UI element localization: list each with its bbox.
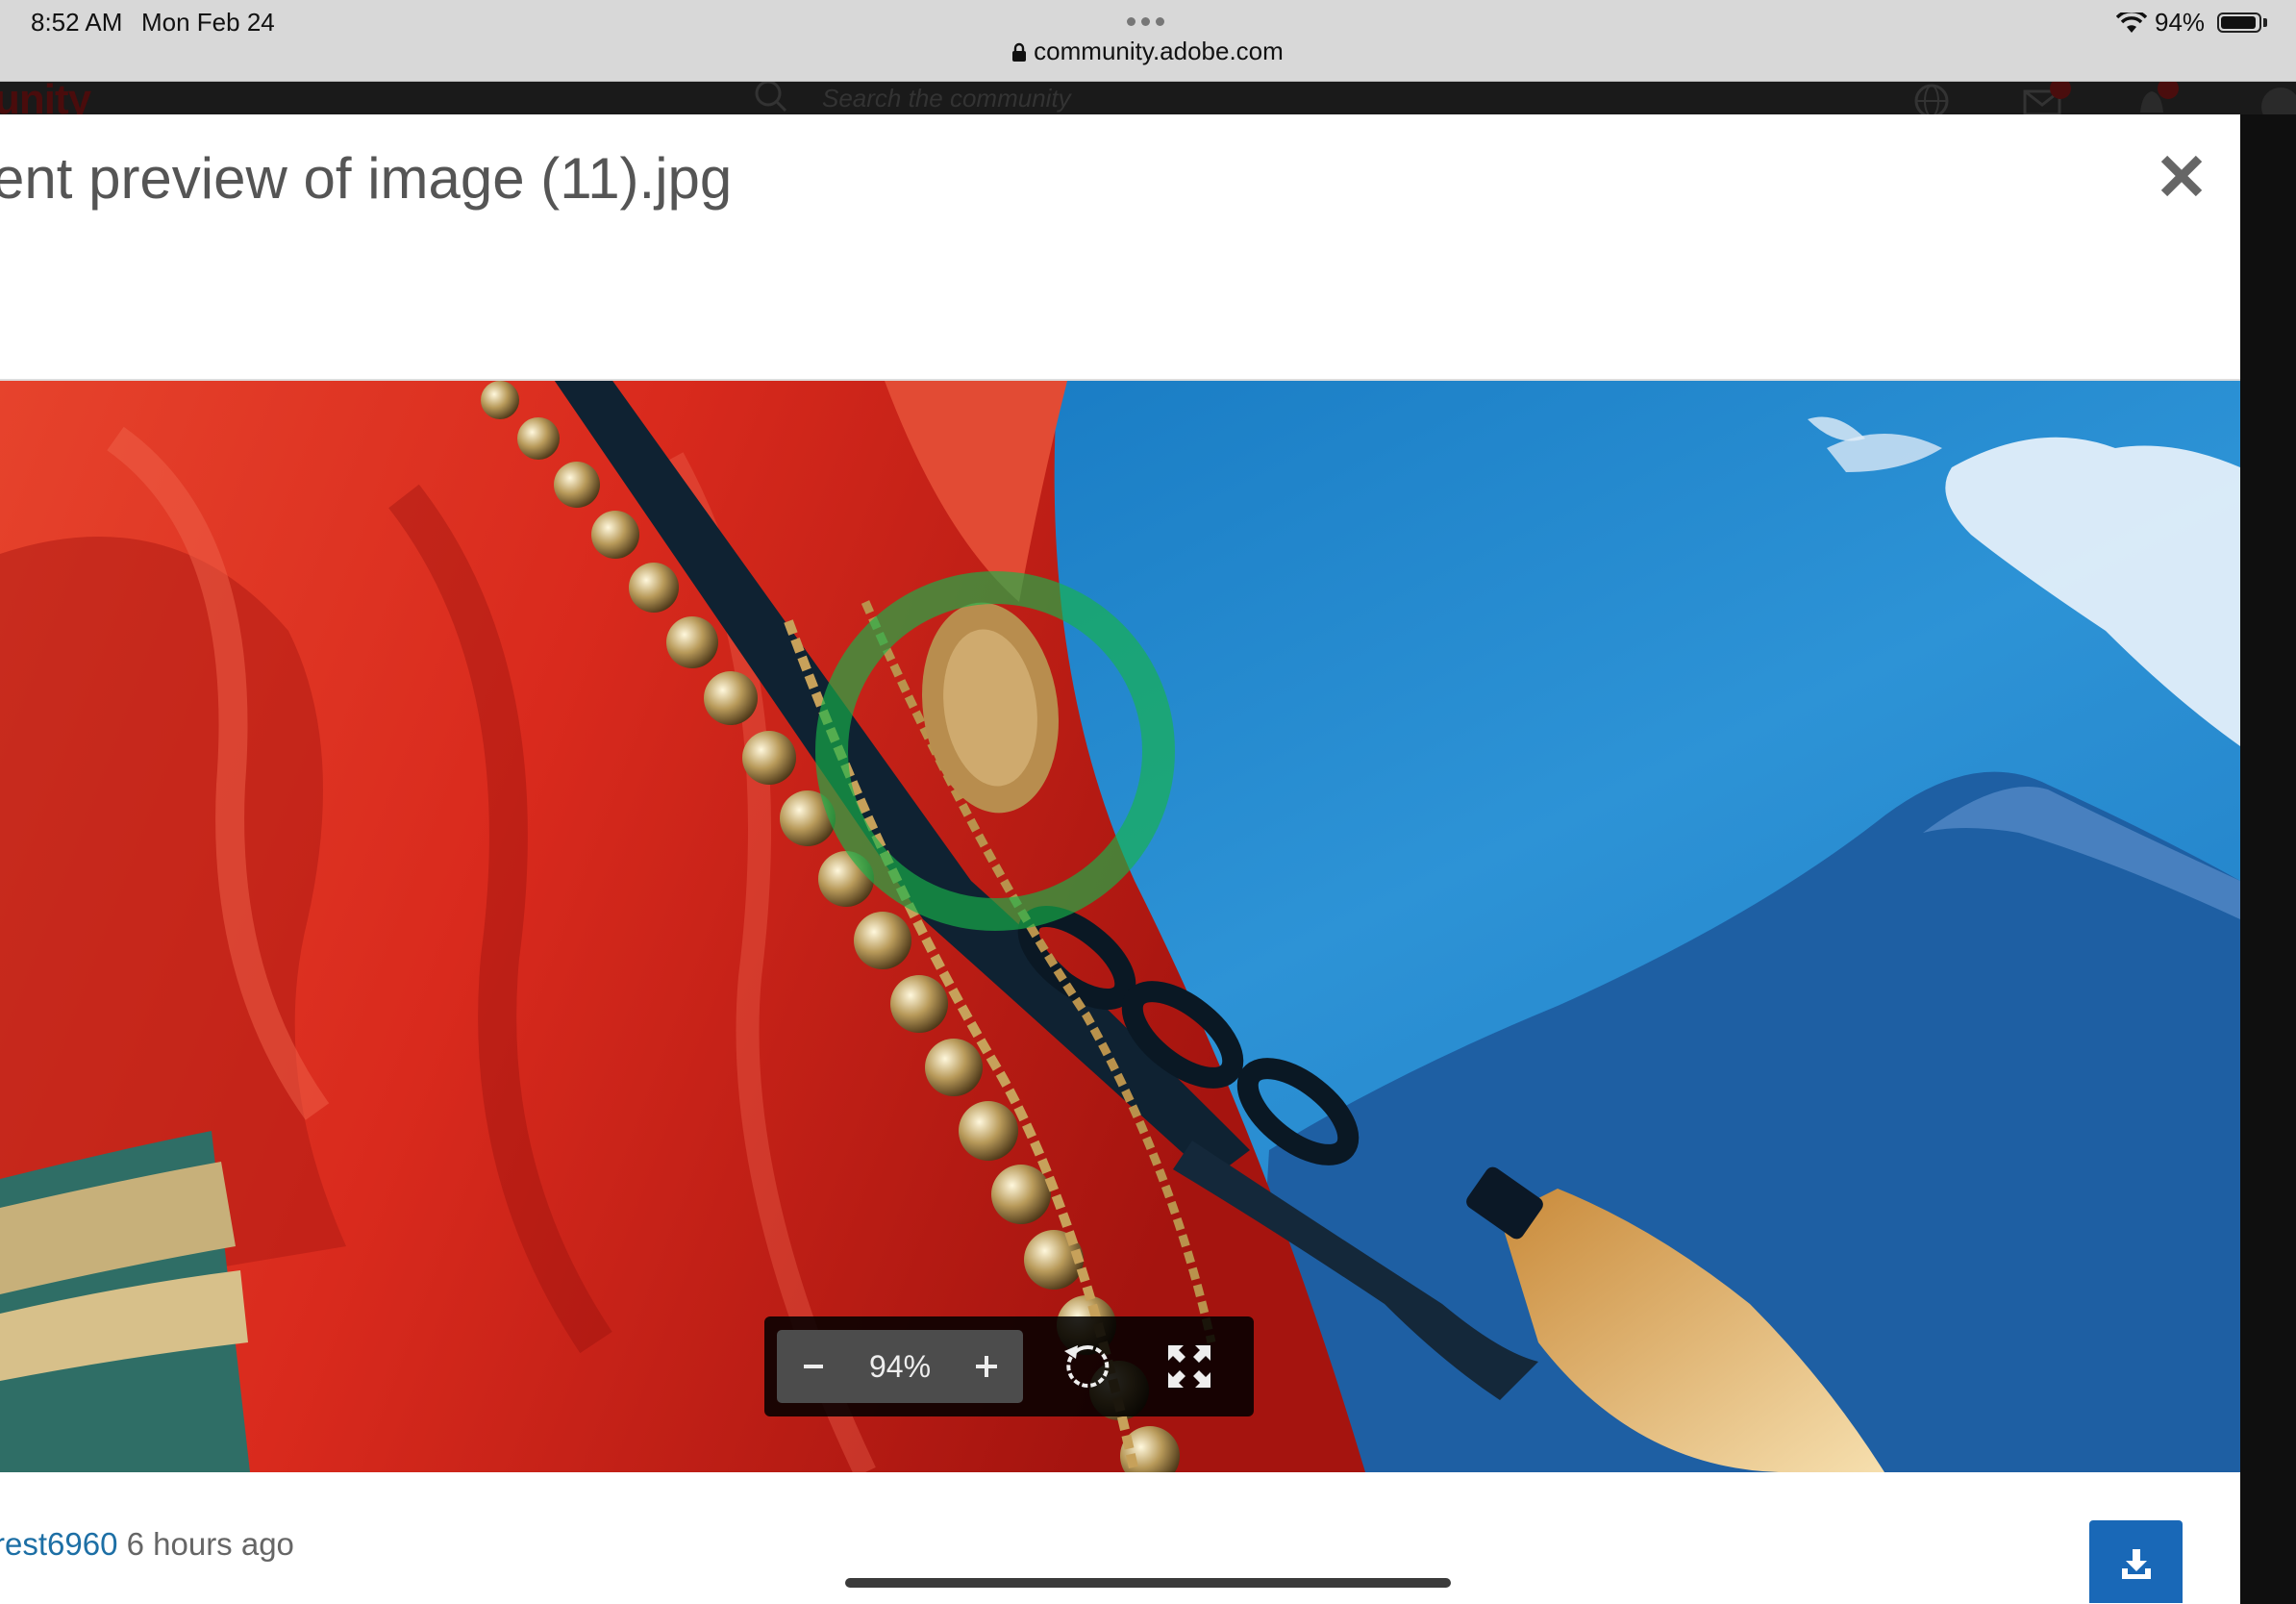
zoom-in-button[interactable] xyxy=(950,1330,1023,1403)
plus-icon xyxy=(976,1356,997,1377)
browser-status-bar: 8:52 AM Mon Feb 24 community.adobe.com 9… xyxy=(0,0,2296,82)
battery-icon xyxy=(2217,13,2261,33)
wifi-icon xyxy=(2116,13,2147,33)
address-bar[interactable]: community.adobe.com xyxy=(0,37,2296,66)
zoom-controls: 94% xyxy=(777,1330,1023,1403)
rotate-icon xyxy=(1064,1344,1110,1388)
battery-percentage: 94% xyxy=(2155,8,2206,37)
image-preview[interactable] xyxy=(0,381,2240,1472)
multitasking-dots-icon[interactable] xyxy=(1127,17,1164,26)
home-indicator xyxy=(845,1578,1451,1588)
attachment-preview-modal: ent preview of image (11).jpg 94% rest69… xyxy=(0,114,2240,1604)
expand-icon xyxy=(1168,1345,1210,1388)
attachment-author-line: rest6960 6 hours ago xyxy=(0,1526,294,1563)
notification-badge xyxy=(2158,82,2179,99)
modal-title: ent preview of image (11).jpg xyxy=(0,146,733,211)
lock-icon xyxy=(1012,42,1027,62)
avatar[interactable] xyxy=(2261,88,2296,114)
rotate-button[interactable] xyxy=(1051,1330,1124,1403)
community-logo: unity xyxy=(0,82,91,114)
zoom-level: 94% xyxy=(868,1349,932,1384)
close-icon[interactable] xyxy=(2159,153,2205,199)
zoom-out-button[interactable] xyxy=(777,1330,850,1403)
fullscreen-button[interactable] xyxy=(1153,1330,1226,1403)
globe-icon[interactable] xyxy=(1912,84,1951,114)
author-link[interactable]: rest6960 xyxy=(0,1526,117,1562)
background-page-header: unity Search the community xyxy=(0,82,2296,114)
mail-badge xyxy=(2050,82,2071,99)
status-date: Mon Feb 24 xyxy=(141,8,275,37)
preview-photo xyxy=(0,381,2240,1472)
download-button[interactable] xyxy=(2089,1520,2183,1603)
zoom-toolbar: 94% xyxy=(764,1316,1254,1416)
minus-icon xyxy=(804,1365,823,1368)
url-text: community.adobe.com xyxy=(1034,37,1284,65)
posted-time: 6 hours ago xyxy=(126,1526,294,1562)
search-icon xyxy=(755,82,787,113)
download-icon xyxy=(2122,1549,2151,1579)
search-input[interactable]: Search the community xyxy=(822,84,1071,113)
status-time: 8:52 AM xyxy=(31,8,123,37)
battery-cap xyxy=(2263,18,2267,27)
